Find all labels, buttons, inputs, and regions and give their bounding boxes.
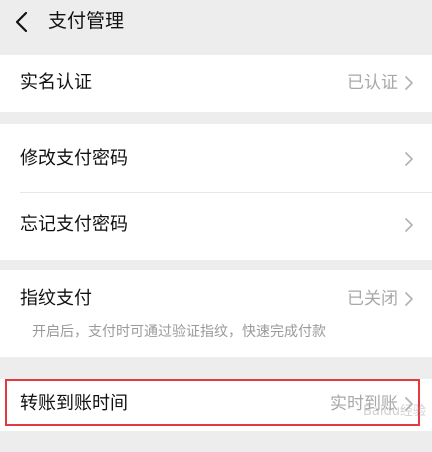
row-label: 修改支付密码 bbox=[20, 148, 128, 169]
page-title: 支付管理 bbox=[48, 10, 125, 32]
row-forgot-password[interactable]: 忘记支付密码 bbox=[0, 192, 432, 260]
group-password: 修改支付密码 忘记支付密码 bbox=[0, 124, 432, 260]
row-status: 已关闭 bbox=[347, 289, 398, 309]
row-label: 忘记支付密码 bbox=[20, 214, 128, 235]
row-status: 已认证 bbox=[347, 73, 398, 93]
row-fingerprint-pay[interactable]: 指纹支付 已关闭 开启后，支付时可通过验证指纹，快速完成付款 bbox=[0, 270, 432, 357]
nav-bar: 支付管理 bbox=[0, 0, 432, 44]
row-label: 指纹支付 bbox=[20, 288, 92, 309]
watermark: Baidu经验 bbox=[363, 404, 426, 419]
row-description: 开启后，支付时可通过验证指纹，快速完成付款 bbox=[32, 324, 326, 340]
chevron-left-icon[interactable] bbox=[14, 10, 30, 34]
row-label: 转账到账时间 bbox=[20, 393, 128, 414]
group-verification: 实名认证 已认证 bbox=[0, 55, 432, 112]
row-change-password[interactable]: 修改支付密码 bbox=[0, 124, 432, 192]
chevron-right-icon bbox=[405, 76, 413, 90]
chevron-right-icon bbox=[405, 218, 413, 232]
group-fingerprint: 指纹支付 已关闭 开启后，支付时可通过验证指纹，快速完成付款 bbox=[0, 270, 432, 357]
row-label: 实名认证 bbox=[20, 72, 92, 93]
chevron-right-icon bbox=[405, 152, 413, 166]
row-real-name[interactable]: 实名认证 已认证 bbox=[0, 55, 432, 112]
chevron-right-icon bbox=[405, 292, 413, 306]
